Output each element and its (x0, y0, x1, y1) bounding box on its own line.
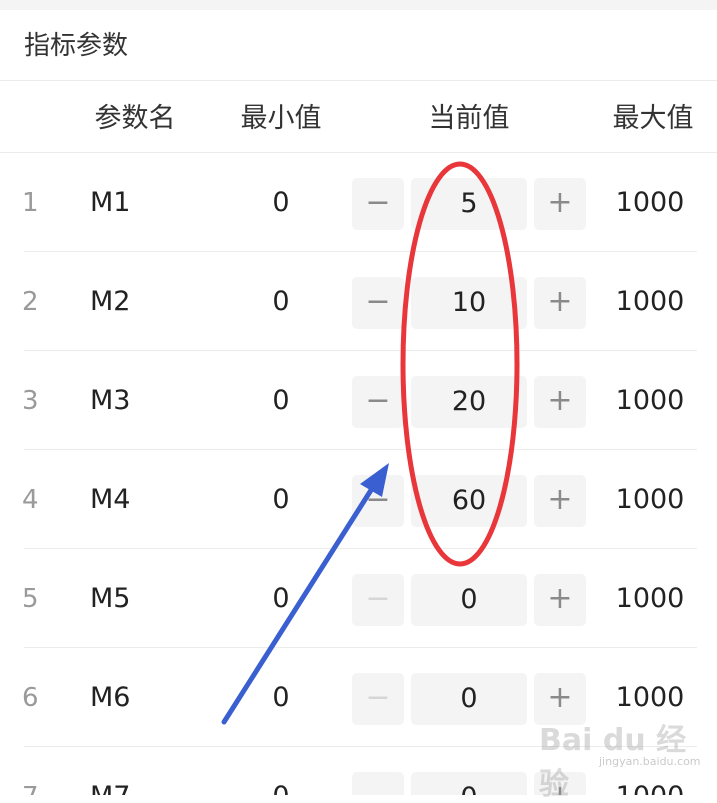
param-name: M7 (90, 780, 130, 795)
max-value: 1000 (615, 385, 685, 416)
max-value: 1000 (615, 682, 685, 713)
row-index: 5 (22, 584, 39, 614)
min-value: 0 (272, 286, 290, 317)
table-row: 3 M3 0 − 20 + 1000 (0, 351, 717, 450)
current-value-input[interactable]: 0 (411, 574, 527, 626)
param-name: M5 (90, 583, 131, 614)
decrement-button[interactable]: − (352, 772, 404, 795)
current-value-input[interactable]: 0 (411, 673, 527, 725)
increment-button[interactable]: + (534, 178, 586, 230)
current-value-input[interactable]: 0 (411, 772, 527, 795)
row-index: 1 (22, 188, 39, 218)
min-value: 0 (272, 385, 290, 416)
row-index: 7 (22, 781, 39, 795)
decrement-button[interactable]: − (352, 475, 404, 527)
min-value: 0 (241, 780, 321, 795)
section-title: 指标参数 (24, 31, 129, 61)
increment-button[interactable]: + (534, 475, 586, 527)
table-row: 5 M5 0 − 0 + 1000 (0, 549, 717, 648)
min-value: 0 (272, 484, 290, 515)
param-name: M4 (90, 484, 131, 515)
decrement-button[interactable]: − (352, 376, 404, 428)
watermark-url: jingyan.baidu.com (599, 755, 701, 768)
row-index: 2 (22, 287, 39, 317)
row-index: 3 (22, 386, 39, 416)
param-name: M2 (90, 286, 131, 317)
param-name: M1 (90, 187, 131, 218)
row-index: 4 (22, 485, 39, 515)
decrement-button[interactable]: − (352, 178, 404, 230)
decrement-button[interactable]: − (352, 277, 404, 329)
min-value: 0 (272, 583, 290, 614)
param-name: M6 (90, 682, 131, 713)
max-value: 1000 (615, 187, 685, 218)
min-value: 0 (272, 682, 290, 713)
current-value-input[interactable]: 5 (411, 178, 527, 230)
increment-button[interactable]: + (534, 574, 586, 626)
header-current-value: 当前值 (428, 103, 510, 134)
current-value-input[interactable]: 20 (411, 376, 527, 428)
table-row: 2 M2 0 − 10 + 1000 (0, 252, 717, 351)
max-value: 1000 (615, 484, 685, 515)
baidu-watermark: Bai du 经验 jingyan.baidu.com (529, 715, 709, 802)
table-row: 1 M1 0 − 5 + 1000 (0, 153, 717, 252)
table-row: 4 M4 0 − 60 + 1000 (0, 450, 717, 549)
current-value-input[interactable]: 10 (411, 277, 527, 329)
decrement-button[interactable]: − (352, 574, 404, 626)
max-value: 1000 (615, 583, 685, 614)
header-param-name: 参数名 (94, 103, 176, 134)
max-value: 1000 (615, 286, 685, 317)
current-value-input[interactable]: 60 (411, 475, 527, 527)
min-value: 0 (272, 187, 290, 218)
decrement-button[interactable]: − (352, 673, 404, 725)
divider (0, 80, 717, 81)
top-bar (0, 0, 717, 10)
param-name: M3 (90, 385, 131, 416)
row-index: 6 (22, 683, 39, 713)
header-min-value: 最小值 (240, 103, 322, 134)
increment-button[interactable]: + (534, 277, 586, 329)
increment-button[interactable]: + (534, 376, 586, 428)
header-max-value: 最大值 (612, 103, 694, 134)
